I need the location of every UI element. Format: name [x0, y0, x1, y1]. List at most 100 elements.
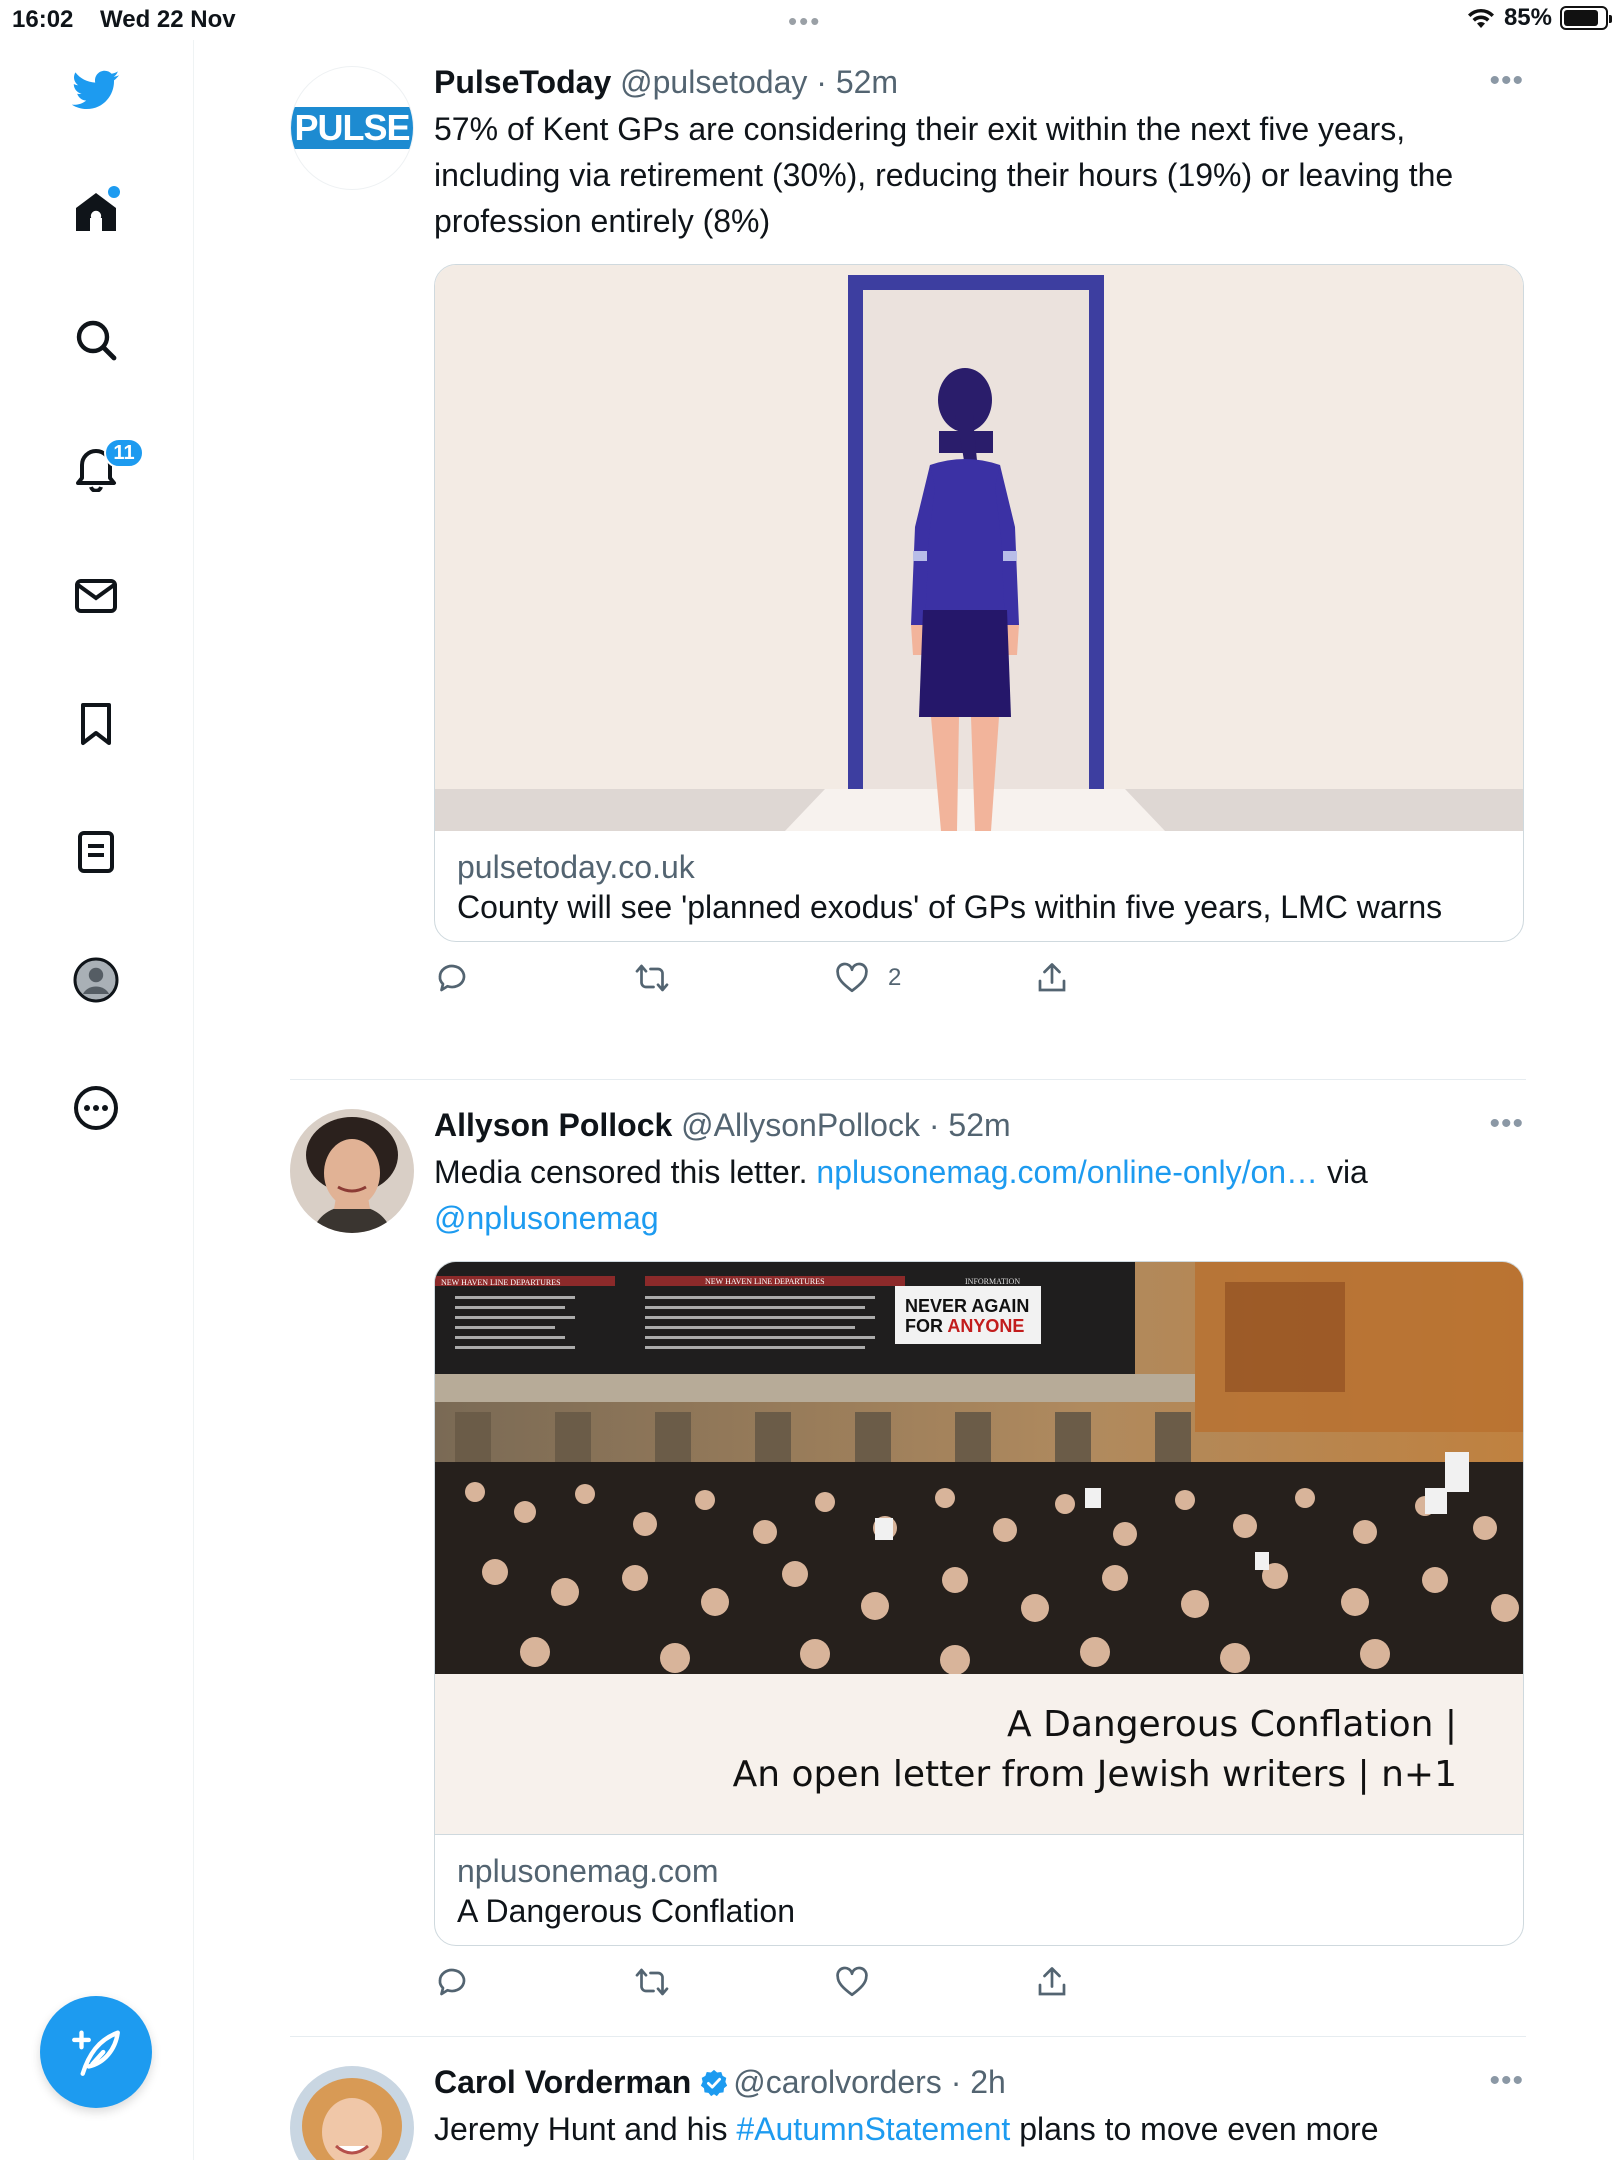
protest-sign-line3: ANYONE [947, 1316, 1024, 1336]
avatar-carolvorderman[interactable] [290, 2066, 414, 2160]
link-card[interactable]: pulsetoday.co.uk County will see 'planne… [434, 264, 1524, 942]
heart-icon [836, 962, 868, 993]
card-footer: pulsetoday.co.uk County will see 'planne… [435, 831, 1523, 941]
link-card[interactable]: NEW HAVEN LINE DEPARTURES NEW HAVEN LINE… [434, 1261, 1524, 1946]
author-handle[interactable]: @AllysonPollock [681, 1107, 920, 1143]
author-name[interactable]: PulseToday [434, 64, 611, 100]
bookmark-icon[interactable] [66, 694, 126, 754]
wifi-icon [1467, 8, 1494, 28]
card-image-protest: NEW HAVEN LINE DEPARTURES NEW HAVEN LINE… [435, 1262, 1523, 1674]
pulse-logo-text: PULSE [291, 107, 413, 149]
tweet-body: Carol Vorderman @carolvorders · 2h ••• Je… [434, 2060, 1526, 2152]
retweet-icon [635, 1968, 669, 1996]
tweet-header: PulseToday @pulsetoday · 52m [434, 60, 1526, 104]
share-icon [1038, 963, 1066, 992]
home-unread-dot [108, 186, 120, 198]
like-button[interactable] [834, 1960, 870, 2004]
card-title: A Dangerous Conflation [457, 1893, 795, 1929]
more-options-icon[interactable]: ••• [1489, 2064, 1524, 2098]
lists-icon[interactable] [66, 822, 126, 882]
retweet-icon [635, 964, 669, 992]
card-title: County will see 'planned exodus' of GPs … [457, 889, 1443, 925]
protest-sign-line2: FOR [905, 1316, 947, 1336]
status-date: Wed 22 Nov [100, 6, 236, 33]
separator-dot: · [919, 1107, 949, 1143]
avatar-photo [290, 1109, 414, 1233]
search-icon[interactable] [66, 310, 126, 370]
hashtag-link[interactable]: #AutumnStatement [736, 2111, 1010, 2147]
tweet-header: Carol Vorderman @carolvorders · 2h [434, 2060, 1526, 2104]
status-bar: 16:02 Wed 22 Nov ••• 85% [0, 0, 1620, 40]
author-handle[interactable]: @carolvorders [733, 2064, 942, 2100]
card-image-gp-exit [435, 265, 1523, 831]
sidebar: 11 [0, 40, 194, 2160]
tweet-time[interactable]: 52m [948, 1107, 1010, 1143]
like-button[interactable]: 2 [834, 956, 901, 1000]
tweet-time[interactable]: 2h [970, 2064, 1006, 2100]
notification-badge: 11 [104, 438, 144, 468]
reply-icon [438, 1968, 466, 1996]
separator-dot: · [941, 2064, 971, 2100]
battery-icon [1560, 6, 1612, 30]
reply-button[interactable] [434, 1960, 470, 2004]
mail-icon[interactable] [66, 566, 126, 626]
tweet-body: PulseToday @pulsetoday · 52m ••• 57% of … [434, 60, 1526, 1016]
article-link[interactable]: nplusonemag.com/online-only/on… [816, 1154, 1318, 1190]
author-name[interactable]: Carol Vorderman [434, 2064, 691, 2100]
tweet-divider [290, 2036, 1526, 2037]
share-button[interactable] [1034, 1960, 1070, 2004]
card-footer: nplusonemag.com A Dangerous Conflation [435, 1834, 1523, 1945]
tweet-body: Allyson Pollock @AllysonPollock · 52m ••… [434, 1103, 1526, 2020]
heart-icon [836, 1966, 868, 1997]
battery-percent: 85% [1503, 4, 1552, 31]
reply-icon [438, 964, 466, 992]
overlay-title-line2: An open letter from Jewish writers | n+1 [732, 1754, 1457, 1795]
mention-link[interactable]: @nplusonemag [434, 1200, 659, 1236]
bell-icon[interactable]: 11 [66, 438, 144, 498]
protest-sign-line1: NEVER AGAIN [905, 1296, 1029, 1316]
author-handle[interactable]: @pulsetoday [620, 64, 807, 100]
tweet-text: Jeremy Hunt and his #AutumnStatement pla… [434, 2106, 1526, 2152]
banner-left: NEW HAVEN LINE DEPARTURES [441, 1278, 561, 1287]
tweet-actions: 2 [434, 956, 1526, 1016]
share-icon [1038, 1967, 1066, 1996]
reply-button[interactable] [434, 956, 470, 1000]
author-name[interactable]: Allyson Pollock [434, 1107, 672, 1143]
like-count: 2 [888, 964, 902, 991]
text-after-hashtag: plans to move even more [1010, 2111, 1379, 2147]
banner-mid: NEW HAVEN LINE DEPARTURES [705, 1277, 825, 1286]
text-before-link: Media censored this letter. [434, 1154, 817, 1190]
status-right: 85% [1466, 4, 1612, 32]
battery-level [1564, 10, 1598, 26]
tweet-allysonpollock[interactable]: Allyson Pollock @AllysonPollock · 52m ••… [290, 1103, 1526, 2073]
tweet-carolvorderman[interactable]: Carol Vorderman @carolvorders · 2h ••• Je… [290, 2060, 1526, 2160]
compose-tweet-icon [72, 2030, 120, 2076]
separator-dot: · [807, 64, 836, 100]
more-options-icon[interactable]: ••• [1489, 1107, 1524, 1141]
retweet-button[interactable] [634, 1960, 670, 2004]
card-domain: pulsetoday.co.uk [457, 849, 695, 885]
compose-tweet-button[interactable] [40, 1996, 152, 2108]
overlay-title-line1: A Dangerous Conflation | [1007, 1704, 1457, 1745]
tweet-actions [434, 1960, 1526, 2020]
home-icon[interactable] [66, 182, 126, 242]
text-before-hashtag: Jeremy Hunt and his [434, 2111, 737, 2147]
banner-right: INFORMATION [965, 1277, 1020, 1286]
avatar-pulsetoday[interactable]: PULSE [290, 66, 414, 190]
tweet-time[interactable]: 52m [836, 64, 898, 100]
twitter-logo-icon[interactable] [66, 60, 126, 120]
retweet-button[interactable] [634, 956, 670, 1000]
svg-text:FOR ANYONE: FOR ANYONE [905, 1316, 1024, 1336]
text-via: via [1318, 1154, 1368, 1190]
profile-avatar-icon[interactable] [66, 950, 126, 1010]
tweet-pulsetoday[interactable]: PULSE PulseToday @pulsetoday · 52m ••• 5… [290, 60, 1526, 1100]
avatar-photo [290, 2066, 414, 2160]
multitask-dots[interactable]: ••• [788, 6, 821, 37]
avatar-allysonpollock[interactable] [290, 1109, 414, 1233]
card-domain: nplusonemag.com [457, 1853, 719, 1889]
share-button[interactable] [1034, 956, 1070, 1000]
tweet-header: Allyson Pollock @AllysonPollock · 52m [434, 1103, 1526, 1147]
more-icon[interactable] [66, 1078, 126, 1138]
more-options-icon[interactable]: ••• [1489, 64, 1524, 98]
tweet-text: Media censored this letter. nplusonemag.… [434, 1149, 1526, 1241]
